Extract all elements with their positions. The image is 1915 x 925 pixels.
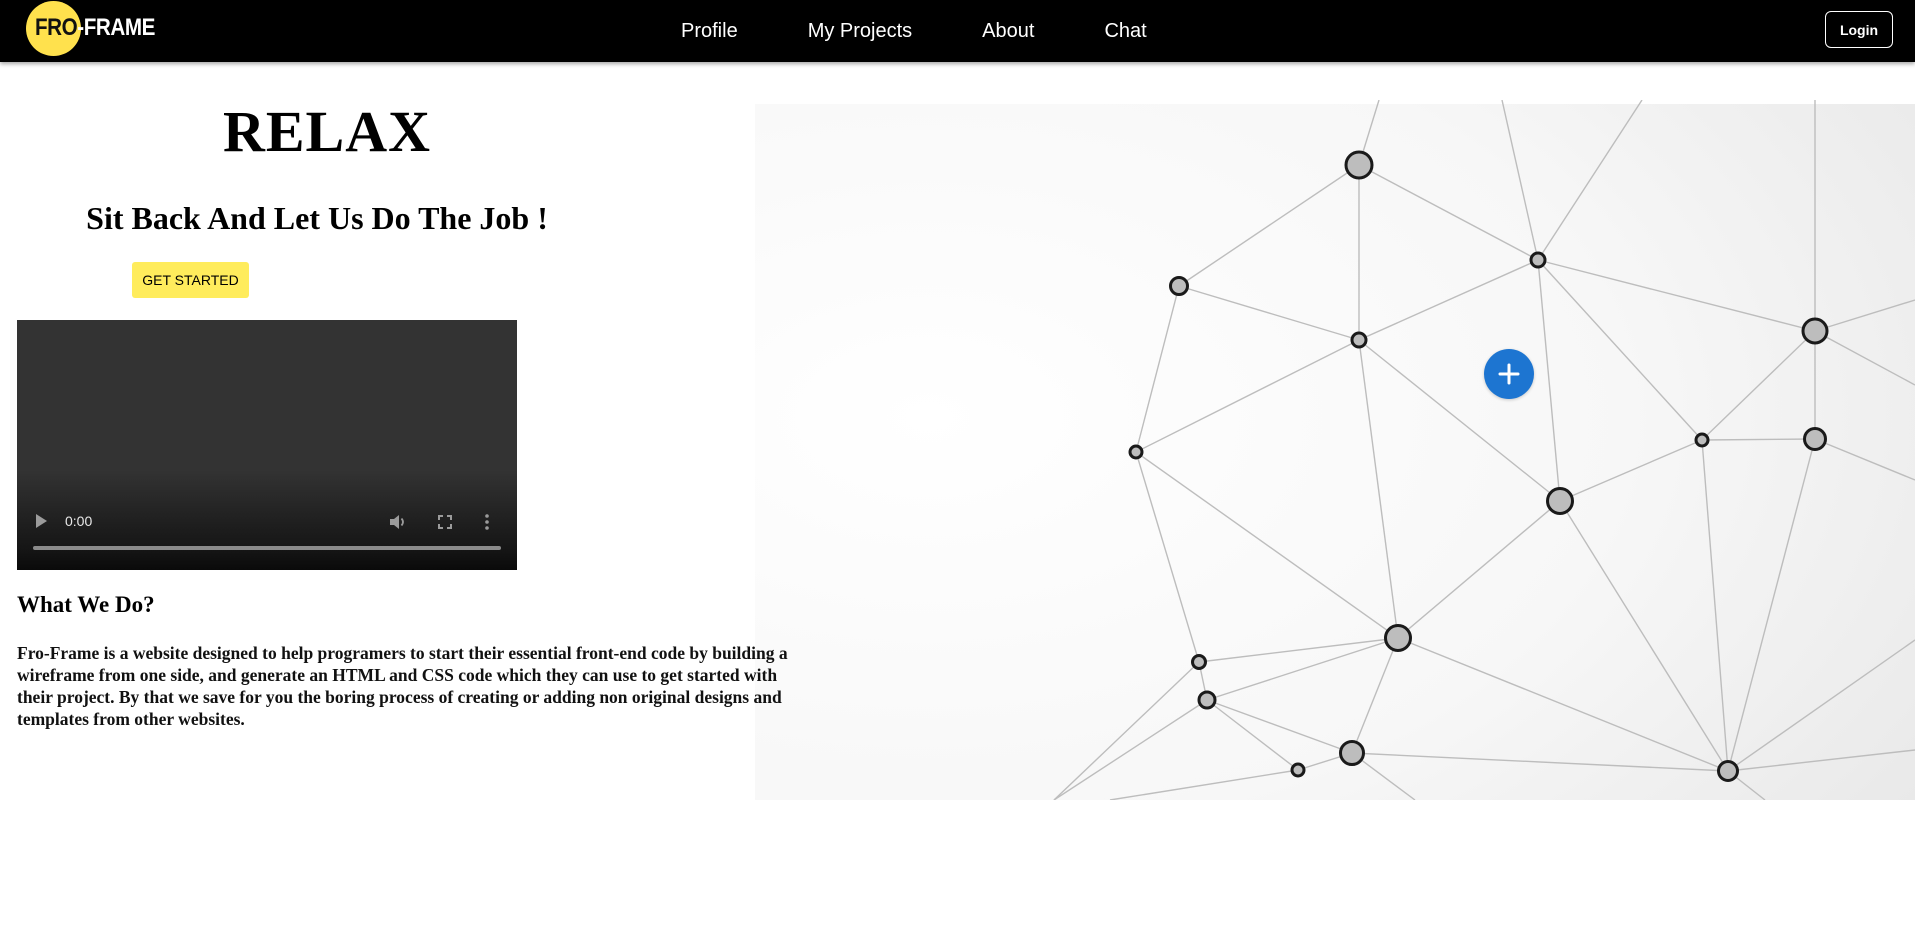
- volume-icon[interactable]: [389, 514, 407, 530]
- video-time: 0:00: [65, 513, 93, 529]
- more-options-icon[interactable]: [484, 513, 490, 531]
- nav-link-my-projects[interactable]: My Projects: [808, 20, 912, 43]
- login-button[interactable]: Login: [1825, 11, 1893, 48]
- get-started-button[interactable]: GET STARTED: [132, 262, 249, 298]
- nav-link-chat[interactable]: Chat: [1104, 20, 1146, 43]
- navbar: FRO-FRAME Profile My Projects About Chat…: [0, 0, 1915, 62]
- nav-link-about[interactable]: About: [982, 20, 1034, 43]
- logo[interactable]: FRO-FRAME: [26, 1, 156, 57]
- video-player[interactable]: 0:00: [17, 320, 517, 570]
- logo-text: FRO-FRAME: [35, 14, 155, 41]
- section-description: Fro-Frame is a website designed to help …: [17, 643, 788, 729]
- nav-links: Profile My Projects About Chat: [681, 20, 1147, 43]
- fullscreen-icon[interactable]: [438, 515, 452, 529]
- play-icon[interactable]: [36, 514, 47, 528]
- network-background-image: [755, 100, 1915, 800]
- video-progress-bar[interactable]: [33, 546, 501, 550]
- section-heading: What We Do?: [17, 592, 155, 617]
- hero-tagline: Sit Back And Let Us Do The Job !: [86, 200, 548, 236]
- add-button[interactable]: [1484, 349, 1534, 399]
- nav-link-profile[interactable]: Profile: [681, 20, 738, 43]
- plus-icon: [1498, 363, 1520, 385]
- hero-title: RELAX: [222, 99, 432, 164]
